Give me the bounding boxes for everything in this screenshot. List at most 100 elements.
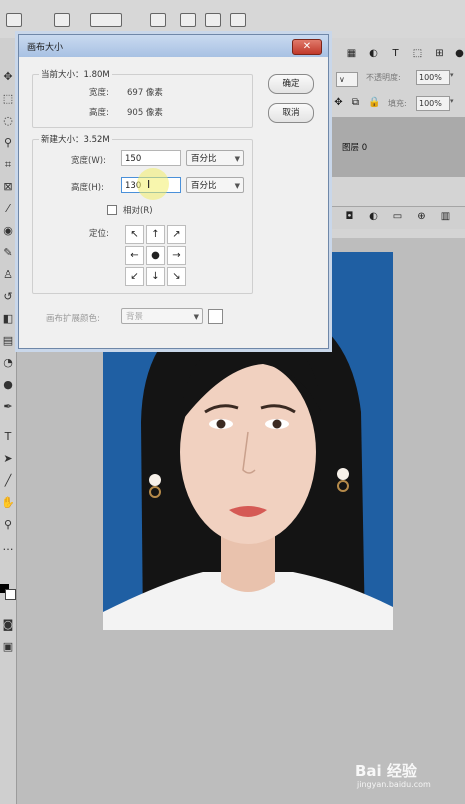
hand-tool-icon[interactable]: ✋ xyxy=(1,496,15,510)
adjustment-layer-icon[interactable]: ◐ xyxy=(368,211,379,222)
zoom-tool-icon[interactable]: ⚲ xyxy=(1,518,15,532)
current-width-label: 宽度: xyxy=(89,88,109,98)
cursor-highlight xyxy=(137,168,169,200)
group-folder-icon[interactable]: ▭ xyxy=(392,211,403,222)
lock-position-icon[interactable]: ✥ xyxy=(333,97,344,108)
anchor-se-arrow-icon[interactable]: ↘ xyxy=(167,267,186,286)
anchor-center-dot-icon[interactable]: ● xyxy=(146,246,165,265)
move-tool-icon[interactable]: ✥ xyxy=(1,70,15,84)
screen-mode-icon[interactable]: ▣ xyxy=(1,640,15,654)
anchor-n-arrow-icon[interactable]: ↑ xyxy=(146,225,165,244)
height-unit-select[interactable]: 百分比 ▼ xyxy=(186,177,244,193)
anchor-w-arrow-icon[interactable]: ← xyxy=(125,246,144,265)
path-select-icon[interactable]: ➤ xyxy=(1,452,15,466)
chevron-down-icon: ▼ xyxy=(193,313,199,321)
chevron-down-icon[interactable]: ▾ xyxy=(450,71,454,79)
anchor-ne-arrow-icon[interactable]: ↗ xyxy=(167,225,186,244)
magic-wand-icon[interactable]: ⚲ xyxy=(1,136,15,150)
fill-input[interactable]: 100% xyxy=(416,96,450,111)
fill-label: 填充: xyxy=(388,99,407,108)
relative-label: 相对(R) xyxy=(123,206,153,216)
ok-button[interactable]: 确定 xyxy=(268,74,314,94)
blend-mode-dropdown[interactable]: ∨ xyxy=(336,72,358,87)
canvas-size-dialog: 画布大小 ✕ 当前大小：1.80M 宽度: 697 像素 高度: 905 像素 … xyxy=(18,34,329,349)
current-width-value: 697 像素 xyxy=(127,88,163,98)
new-size-legend: 新建大小：3.52M xyxy=(39,133,112,145)
extension-color-label: 画布扩展颜色: xyxy=(46,314,100,324)
line-tool-icon[interactable]: ╱ xyxy=(1,474,15,488)
frame-tool-icon[interactable]: ⊠ xyxy=(1,180,15,194)
baidu-watermark-logo: Bai 经验 xyxy=(355,762,417,780)
layer-row[interactable]: 图层 0 xyxy=(330,117,465,177)
transform-controls-icon[interactable] xyxy=(150,13,166,27)
tools-panel: ✥ ⬚ ◌ ⚲ ⌗ ⊠ ⁄ ◉ ✎ ♙ ↺ ◧ ▤ ◔ ● ✒ T ➤ ╱ ✋ … xyxy=(0,38,17,804)
layers-footer: ◘ ◐ ▭ ⊕ ▥ xyxy=(330,206,465,229)
current-height-label: 高度: xyxy=(89,108,109,118)
brush-tool-icon[interactable]: ✎ xyxy=(1,246,15,260)
trash-icon[interactable]: ▥ xyxy=(440,211,451,222)
anchor-sw-arrow-icon[interactable]: ↙ xyxy=(125,267,144,286)
new-width-label: 宽度(W): xyxy=(71,156,106,166)
align-icon[interactable] xyxy=(54,13,70,27)
align-center-icon[interactable] xyxy=(205,13,221,27)
current-size-legend: 当前大小：1.80M xyxy=(39,68,112,80)
anchor-label: 定位: xyxy=(89,229,109,239)
dodge-tool-icon[interactable]: ● xyxy=(1,378,15,392)
auto-select-dropdown[interactable] xyxy=(90,13,122,27)
dialog-titlebar[interactable]: 画布大小 ✕ xyxy=(19,35,328,57)
watermark-url: jingyan.baidu.com xyxy=(357,780,431,789)
chevron-down-icon: ▼ xyxy=(234,182,240,190)
layer-mask-icon[interactable]: ◘ xyxy=(344,211,355,222)
width-input[interactable]: 150 xyxy=(121,150,181,166)
eraser-tool-icon[interactable]: ◧ xyxy=(1,312,15,326)
anchor-grid: ↖ ↑ ↗ ← ● → ↙ ↓ ↘ xyxy=(125,225,188,288)
width-unit-select[interactable]: 百分比 ▼ xyxy=(186,150,244,166)
shape-icon[interactable]: ⬚ xyxy=(412,48,423,59)
eyedropper-icon[interactable]: ⁄ xyxy=(1,202,15,216)
height-unit-value: 百分比 xyxy=(191,181,217,191)
healing-brush-icon[interactable]: ◉ xyxy=(1,224,15,238)
type-tool-icon[interactable]: T xyxy=(1,430,15,444)
relative-checkbox[interactable] xyxy=(107,205,117,215)
marquee-tool-icon[interactable]: ⬚ xyxy=(1,92,15,106)
new-height-label: 高度(H): xyxy=(71,183,104,193)
extension-color-select[interactable]: 背景 ▼ xyxy=(121,308,203,324)
new-layer-icon[interactable]: ⊕ xyxy=(416,211,427,222)
width-unit-value: 百分比 xyxy=(191,154,217,164)
align-right-icon[interactable] xyxy=(230,13,246,27)
filter-toggle-icon[interactable]: ● xyxy=(454,48,465,59)
type-icon[interactable]: T xyxy=(390,48,401,59)
cancel-button[interactable]: 取消 xyxy=(268,103,314,123)
history-brush-icon[interactable]: ↺ xyxy=(1,290,15,304)
pen-tool-icon[interactable]: ✒ xyxy=(1,400,15,414)
crop-tool-icon[interactable]: ⌗ xyxy=(1,158,15,172)
background-color-swatch[interactable] xyxy=(5,589,16,600)
lock-artboard-icon[interactable]: ⧉ xyxy=(350,97,361,108)
gradient-tool-icon[interactable]: ▤ xyxy=(1,334,15,348)
anchor-nw-arrow-icon[interactable]: ↖ xyxy=(125,225,144,244)
opacity-label: 不透明度: xyxy=(366,73,401,82)
more-tools-icon[interactable]: … xyxy=(1,540,15,554)
close-button[interactable]: ✕ xyxy=(292,39,322,55)
smart-object-icon[interactable]: ⊞ xyxy=(434,48,445,59)
align-left-icon[interactable] xyxy=(180,13,196,27)
text-cursor-icon: I xyxy=(147,178,151,191)
lasso-tool-icon[interactable]: ◌ xyxy=(1,114,15,128)
blur-tool-icon[interactable]: ◔ xyxy=(1,356,15,370)
adjust-icon[interactable]: ◐ xyxy=(368,48,379,59)
layer-name[interactable]: 图层 0 xyxy=(342,141,367,153)
chevron-down-icon[interactable]: ▾ xyxy=(450,97,454,105)
opacity-input[interactable]: 100% xyxy=(416,70,450,85)
current-size-group xyxy=(32,74,253,128)
stamp-tool-icon[interactable]: ♙ xyxy=(1,268,15,282)
current-height-value: 905 像素 xyxy=(127,108,163,118)
chevron-down-icon: ▼ xyxy=(234,155,240,163)
extension-color-swatch[interactable] xyxy=(208,309,223,324)
quick-mask-icon[interactable]: ◙ xyxy=(1,618,15,632)
move-tool-icon[interactable] xyxy=(6,13,22,27)
anchor-e-arrow-icon[interactable]: → xyxy=(167,246,186,265)
dialog-title: 画布大小 xyxy=(27,43,64,53)
anchor-s-arrow-icon[interactable]: ↓ xyxy=(146,267,165,286)
panel-icon-1[interactable]: ▦ xyxy=(346,48,357,59)
lock-all-icon[interactable]: 🔒 xyxy=(368,97,380,108)
